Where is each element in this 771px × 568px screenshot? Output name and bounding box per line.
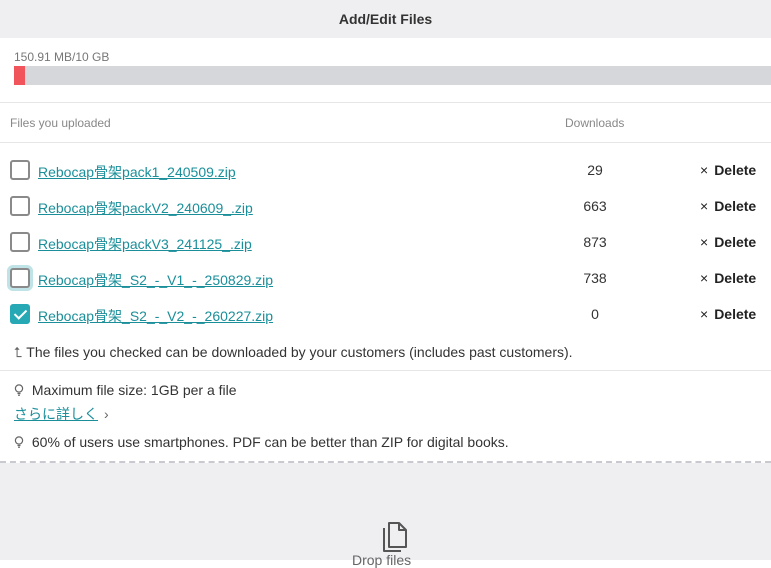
file-name-link[interactable]: Rebocap骨架packV2_240609_.zip [38, 198, 253, 218]
checked-files-info-text: The files you checked can be downloaded … [26, 344, 573, 360]
close-icon: × [700, 198, 709, 214]
file-download-count: 29 [587, 162, 603, 178]
documents-icon [383, 522, 407, 552]
lightbulb-icon [14, 434, 28, 450]
storage-usage-bar [14, 66, 771, 85]
arrow-up-icon: ⮤ [14, 344, 23, 360]
delete-label: Delete [714, 162, 757, 178]
checked-files-info: ⮤ The files you checked can be downloaded… [14, 344, 573, 361]
file-row: Rebocap骨架packV2_240609_.zip 663 × Delete [0, 188, 771, 224]
column-header-files: Files you uploaded [10, 116, 111, 130]
file-name-link[interactable]: Rebocap骨架_S2_-_V1_-_250829.zip [38, 270, 273, 290]
close-icon: × [700, 162, 709, 178]
delete-label: Delete [714, 306, 757, 322]
file-checkbox[interactable] [10, 304, 30, 324]
dropzone-label: Drop files [352, 552, 412, 568]
storage-usage-label: 150.91 MB/10 GB [14, 50, 110, 64]
close-icon: × [700, 306, 709, 322]
file-download-count: 738 [583, 270, 607, 286]
file-name-link[interactable]: Rebocap骨架_S2_-_V2_-_260227.zip [38, 306, 273, 326]
delete-file-button[interactable]: × Delete [700, 198, 756, 214]
close-icon: × [700, 234, 709, 250]
file-row: Rebocap骨架pack1_240509.zip 29 × Delete [0, 152, 771, 188]
smartphone-tip: 60% of users use smartphones. PDF can be… [14, 434, 509, 450]
storage-usage-fill [14, 66, 25, 85]
divider [0, 102, 771, 103]
delete-label: Delete [714, 234, 757, 250]
delete-file-button[interactable]: × Delete [700, 234, 756, 250]
chevron-right-icon: › [104, 406, 109, 422]
file-download-count: 663 [583, 198, 607, 214]
file-download-count: 873 [583, 234, 607, 250]
delete-label: Delete [714, 198, 757, 214]
dialog-header: Add/Edit Files [0, 0, 771, 38]
learn-more-link[interactable]: さらに詳しく › [14, 404, 109, 424]
delete-file-button[interactable]: × Delete [700, 162, 756, 178]
dialog-title: Add/Edit Files [338, 11, 433, 27]
smartphone-tip-text: 60% of users use smartphones. PDF can be… [31, 434, 509, 450]
file-download-count: 0 [591, 306, 599, 322]
delete-file-button[interactable]: × Delete [700, 306, 756, 322]
file-name-link[interactable]: Rebocap骨架pack1_240509.zip [38, 162, 236, 182]
file-checkbox[interactable] [10, 196, 30, 216]
file-checkbox[interactable] [10, 232, 30, 252]
close-icon: × [700, 270, 709, 286]
learn-more-label: さらに詳しく [14, 406, 98, 422]
divider [0, 142, 771, 143]
delete-label: Delete [714, 270, 757, 286]
max-file-size-text: Maximum file size: 1GB per a file [31, 382, 237, 398]
file-name-link[interactable]: Rebocap骨架packV3_241125_.zip [38, 234, 252, 254]
delete-file-button[interactable]: × Delete [700, 270, 756, 286]
max-file-size-note: Maximum file size: 1GB per a file [14, 382, 237, 398]
file-row: Rebocap骨架packV3_241125_.zip 873 × Delete [0, 224, 771, 260]
lightbulb-icon [14, 382, 28, 398]
file-checkbox[interactable] [10, 268, 30, 288]
file-checkbox[interactable] [10, 160, 30, 180]
divider [0, 370, 771, 371]
column-header-downloads: Downloads [565, 116, 625, 130]
file-row: Rebocap骨架_S2_-_V2_-_260227.zip 0 × Delete [0, 296, 771, 332]
file-row: Rebocap骨架_S2_-_V1_-_250829.zip 738 × Dele… [0, 260, 771, 296]
